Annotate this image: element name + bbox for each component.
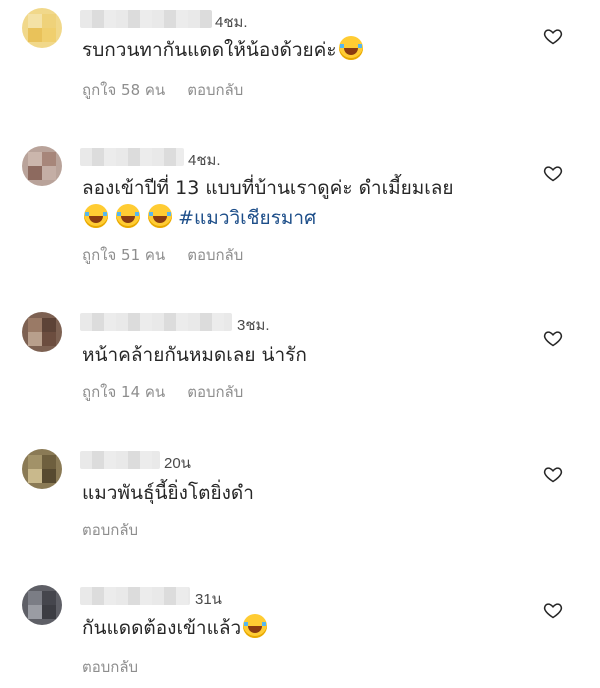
reply-button[interactable]: ตอบกลับ [82,521,138,539]
comment-text: หน้าคล้ายกันหมดเลย น่ารัก [82,340,307,370]
comment-text: แมวพันธุ์นี้ยิ่งโตยิ่งดำ [82,478,254,508]
heart-icon[interactable] [543,163,563,183]
comment-time: 3ชม. [237,317,270,334]
reply-button[interactable]: ตอบกลับ [187,383,243,401]
tears-of-joy-emoji-icon [148,204,173,228]
comment-body: แมวพันธุ์นี้ยิ่งโตยิ่งดำ [82,482,254,504]
like-count[interactable]: ถูกใจ 58 คน [82,81,165,99]
comment-body: กันแดดต้องเข้าแล้ว [82,617,242,639]
reply-button[interactable]: ตอบกลับ [187,246,243,264]
avatar[interactable] [22,585,62,625]
heart-icon[interactable] [543,26,563,46]
comment-meta: ตอบกลับ [82,518,138,542]
comment-meta: ถูกใจ 14 คน ตอบกลับ [82,380,243,404]
comment-meta: ถูกใจ 51 คน ตอบกลับ [82,243,243,267]
comment-meta: ถูกใจ 58 คน ตอบกลับ [82,78,243,102]
heart-icon[interactable] [543,600,563,620]
comment-text: รบกวนทากันแดดให้น้องด้วยค่ะ [82,35,363,65]
tears-of-joy-emoji-icon [116,204,141,228]
like-count[interactable]: ถูกใจ 51 คน [82,246,165,264]
avatar[interactable] [22,312,62,352]
username-blurred[interactable] [80,313,232,331]
heart-icon[interactable] [543,464,563,484]
tears-of-joy-emoji-icon [243,614,268,638]
like-count[interactable]: ถูกใจ 14 คน [82,383,165,401]
comment-text-line2: #แมววิเชียรมาศ [82,203,316,233]
tears-of-joy-emoji-icon [338,36,363,60]
avatar[interactable] [22,146,62,186]
comment-time: 4ชม. [215,14,248,31]
comment-time: 4ชม. [188,152,221,169]
comment-meta: ตอบกลับ [82,655,138,679]
avatar[interactable] [22,8,62,48]
hashtag-link[interactable]: #แมววิเชียรมาศ [178,207,316,229]
reply-button[interactable]: ตอบกลับ [82,658,138,676]
comment-body: หน้าคล้ายกันหมดเลย น่ารัก [82,344,307,366]
heart-icon[interactable] [543,328,563,348]
comment-text: กันแดดต้องเข้าแล้ว [82,613,268,643]
tears-of-joy-emoji-icon [84,204,108,228]
comment-time: 20น [164,455,191,472]
reply-button[interactable]: ตอบกลับ [187,81,243,99]
comment-body: ลองเข้าปีที่ 13 แบบที่บ้านเราดูค่ะ ดำเมี… [82,177,454,199]
avatar[interactable] [22,449,62,489]
username-blurred[interactable] [80,10,212,28]
username-blurred[interactable] [80,148,184,166]
comment-body: รบกวนทากันแดดให้น้องด้วยค่ะ [82,39,337,61]
comment-text: ลองเข้าปีที่ 13 แบบที่บ้านเราดูค่ะ ดำเมี… [82,173,454,203]
username-blurred[interactable] [80,451,160,469]
comment-time: 31น [195,591,222,608]
username-blurred[interactable] [80,587,190,605]
